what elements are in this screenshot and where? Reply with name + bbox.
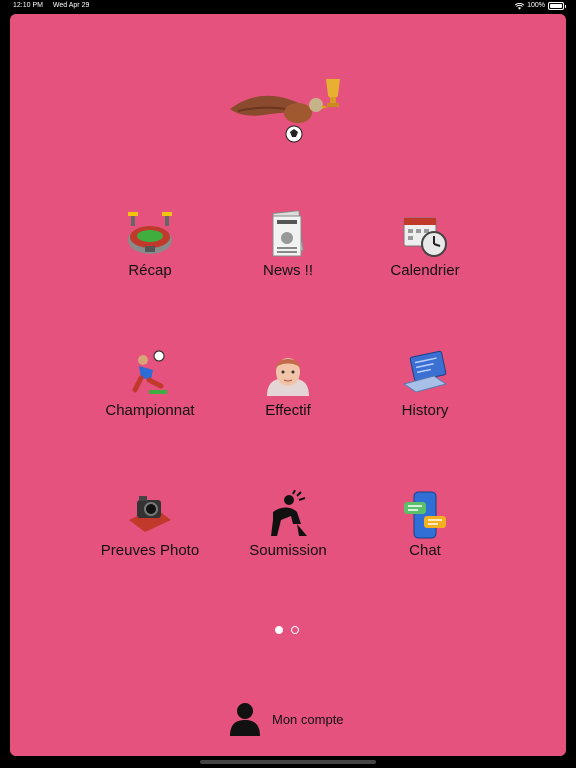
- wifi-icon: [515, 2, 525, 10]
- status-time: 12:10 PM: [13, 2, 43, 9]
- menu-item-label: Chat: [409, 542, 441, 559]
- menu-item-label: Calendrier: [390, 262, 460, 279]
- status-date: Wed Apr 29: [52, 2, 90, 9]
- camera-icon: [129, 496, 171, 532]
- home-screen: Récap News !! Calendrier Championnat Eff…: [10, 14, 566, 756]
- menu-item-chat[interactable]: Chat: [360, 490, 490, 559]
- menu-item-recap[interactable]: Récap: [85, 210, 215, 279]
- menu-item-label: Récap: [128, 262, 172, 279]
- menu-item-effectif[interactable]: Effectif: [223, 350, 353, 419]
- menu-item-soumission[interactable]: Soumission: [223, 489, 353, 559]
- menu-item-label: Effectif: [265, 402, 311, 419]
- laptop-icon: [402, 350, 448, 393]
- battery-percent: 100%: [527, 2, 545, 9]
- menu-item-label: Preuves Photo: [100, 542, 200, 559]
- stadium-icon: [128, 212, 172, 254]
- account-button[interactable]: Mon compte: [230, 702, 344, 736]
- newspaper-icon: [272, 210, 304, 257]
- user-silhouette-icon: [230, 703, 260, 736]
- menu-item-news[interactable]: News !!: [223, 210, 353, 279]
- battery-icon: [548, 2, 566, 10]
- menu-item-label: News !!: [262, 262, 313, 279]
- menu-item-label: Championnat: [105, 402, 195, 419]
- eagle-logo-icon: [230, 79, 340, 143]
- menu-item-calendrier[interactable]: Calendrier: [360, 210, 490, 279]
- menu-item-label: History: [401, 402, 449, 419]
- menu-item-label: Soumission: [249, 542, 327, 559]
- status-bar: 12:10 PM Wed Apr 29 100%: [0, 0, 576, 12]
- page-control[interactable]: [275, 626, 299, 634]
- account-label: Mon compte: [272, 711, 344, 727]
- person-face-icon: [267, 358, 309, 396]
- home-indicator[interactable]: [200, 760, 376, 764]
- calendar-clock-icon: [403, 217, 447, 257]
- page-dot-1[interactable]: [275, 626, 283, 634]
- menu-item-history[interactable]: History: [360, 350, 490, 419]
- menu-item-championnat[interactable]: Championnat: [85, 350, 215, 419]
- kneeling-submission-icon: [271, 489, 307, 536]
- soccer-player-icon: [132, 350, 167, 394]
- chat-phone-icon: [404, 491, 446, 539]
- menu-item-preuves-photo[interactable]: Preuves Photo: [85, 490, 215, 559]
- page-dot-2[interactable]: [291, 626, 299, 634]
